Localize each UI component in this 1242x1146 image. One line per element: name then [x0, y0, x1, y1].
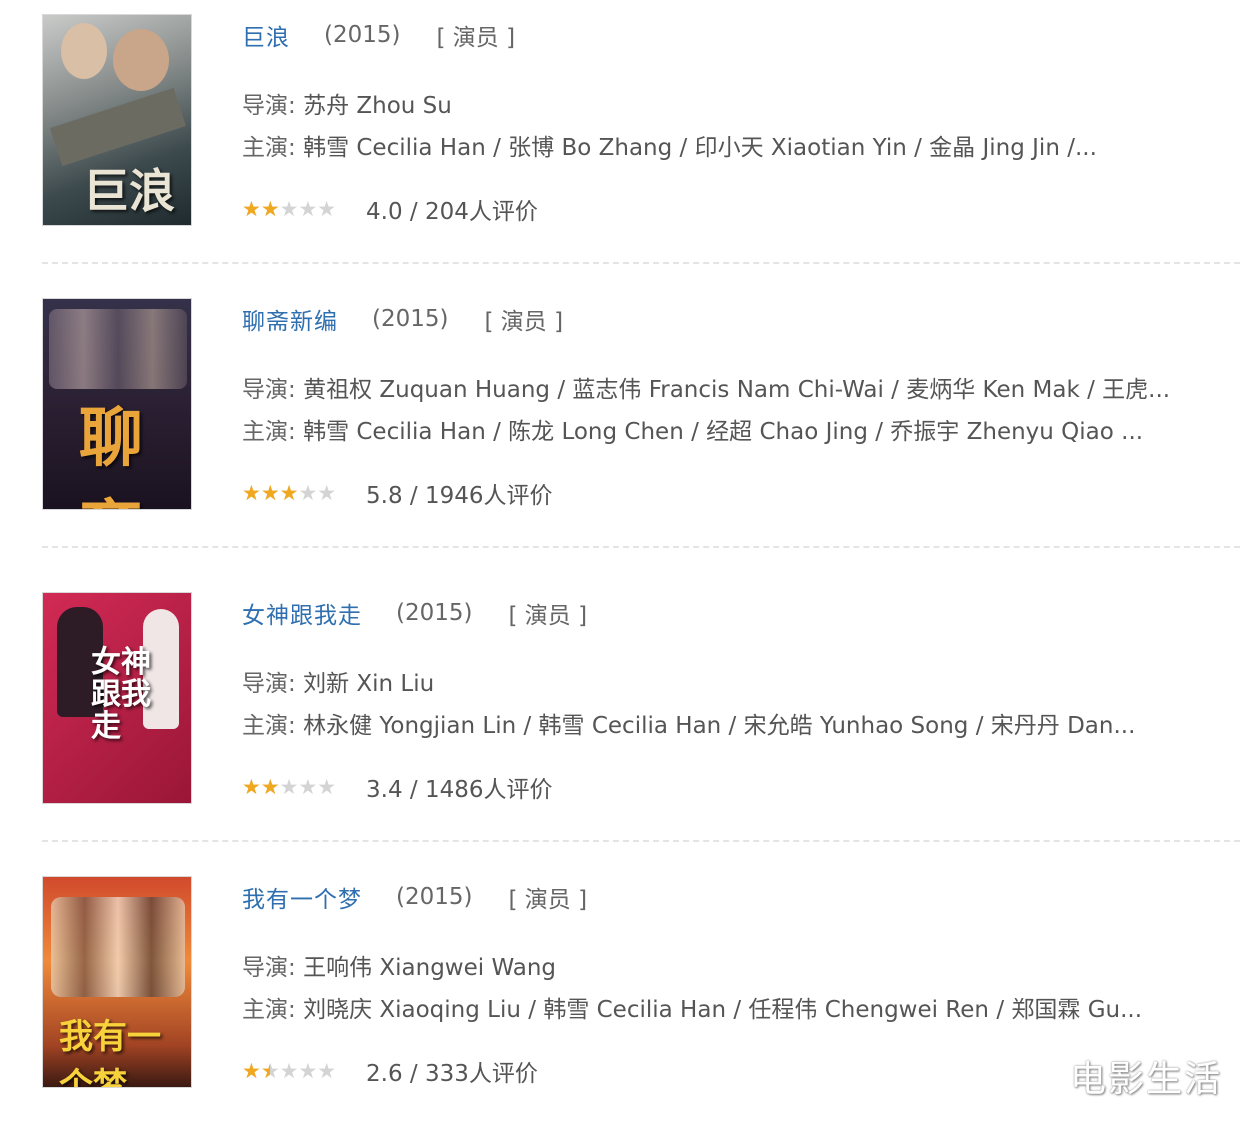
poster-title: 女神跟我走 — [91, 645, 151, 744]
rating-text: 4.0 / 204人评价 — [366, 199, 538, 225]
rating-row: ★★★★★ ★★★★★ 3.4 / 1486人评价 — [242, 770, 552, 804]
movie-title-row: 巨浪 (2015) [ 演员 ] — [242, 18, 515, 52]
watermark: 电影生活 — [1069, 1059, 1222, 1100]
poster-title: 聊斋 — [79, 401, 143, 509]
director-line: 导演: 黄祖权 Zuquan Huang / 蓝志伟 Francis Nam C… — [242, 370, 1170, 404]
poster-figure — [51, 897, 185, 997]
movie-role: [ 演员 ] — [508, 603, 588, 629]
cast-label: 主演: — [242, 713, 304, 739]
divider — [42, 262, 1240, 264]
cast-names: 韩雪 Cecilia Han / 陈龙 Long Chen / 经超 Chao … — [303, 419, 1144, 445]
movie-year: (2015) — [396, 600, 473, 626]
movie-poster[interactable]: 我有一个梦 — [42, 876, 192, 1088]
rating-text: 3.4 / 1486人评价 — [366, 777, 553, 803]
director-line: 导演: 苏舟 Zhou Su — [242, 86, 452, 120]
movie-year: (2015) — [372, 306, 449, 332]
cast-line: 主演: 林永健 Yongjian Lin / 韩雪 Cecilia Han / … — [242, 706, 1135, 740]
star-icon: ★★★★★ — [242, 776, 280, 798]
star-icon: ★★★★★ — [242, 198, 280, 220]
poster-figure — [49, 309, 187, 389]
director-label: 导演: — [242, 671, 304, 697]
director-label: 导演: — [242, 955, 304, 981]
movie-item: 女神跟我走 女神跟我走 (2015) [ 演员 ] 导演: 刘新 Xin Liu… — [0, 578, 1242, 862]
movie-role: [ 演员 ] — [436, 25, 516, 51]
rating-text: 5.8 / 1946人评价 — [366, 483, 553, 509]
rating-row: ★★★★★ ★★★★★ 2.6 / 333人评价 — [242, 1054, 538, 1088]
movie-title-row: 我有一个梦 (2015) [ 演员 ] — [242, 880, 587, 914]
star-rating: ★★★★★ ★★★★★ — [242, 198, 350, 220]
movie-role: [ 演员 ] — [484, 309, 564, 335]
movie-item: 我有一个梦 我有一个梦 (2015) [ 演员 ] 导演: 王响伟 Xiangw… — [0, 862, 1242, 1146]
star-rating: ★★★★★ ★★★★★ — [242, 1060, 350, 1082]
director-names: 王响伟 Xiangwei Wang — [303, 955, 556, 981]
movie-title-link[interactable]: 女神跟我走 — [242, 596, 362, 630]
cast-names: 韩雪 Cecilia Han / 张博 Bo Zhang / 印小天 Xiaot… — [303, 135, 1097, 161]
movie-title-row: 聊斋新编 (2015) [ 演员 ] — [242, 302, 563, 336]
movie-poster[interactable]: 巨浪 — [42, 14, 192, 226]
star-icon: ★★★★★ — [242, 482, 299, 504]
cast-label: 主演: — [242, 997, 304, 1023]
director-line: 导演: 王响伟 Xiangwei Wang — [242, 948, 556, 982]
poster-figure — [61, 23, 107, 79]
rating-row: ★★★★★ ★★★★★ 4.0 / 204人评价 — [242, 192, 538, 226]
director-names: 苏舟 Zhou Su — [303, 93, 452, 119]
movie-poster[interactable]: 聊斋 — [42, 298, 192, 510]
director-names: 黄祖权 Zuquan Huang / 蓝志伟 Francis Nam Chi-W… — [303, 377, 1171, 403]
cast-line: 主演: 韩雪 Cecilia Han / 张博 Bo Zhang / 印小天 X… — [242, 128, 1097, 162]
cast-names: 刘晓庆 Xiaoqing Liu / 韩雪 Cecilia Han / 任程伟 … — [303, 997, 1143, 1023]
movie-poster[interactable]: 女神跟我走 — [42, 592, 192, 804]
star-rating: ★★★★★ ★★★★★ — [242, 482, 350, 504]
poster-title: 我有一个梦 — [59, 1017, 161, 1088]
director-line: 导演: 刘新 Xin Liu — [242, 664, 434, 698]
movie-item: 聊斋 聊斋新编 (2015) [ 演员 ] 导演: 黄祖权 Zuquan Hua… — [0, 284, 1242, 568]
cast-label: 主演: — [242, 135, 304, 161]
director-label: 导演: — [242, 93, 304, 119]
cast-label: 主演: — [242, 419, 304, 445]
rating-text: 2.6 / 333人评价 — [366, 1061, 538, 1087]
poster-title: 巨浪 — [83, 164, 175, 218]
divider — [42, 840, 1240, 842]
movie-year: (2015) — [324, 22, 401, 48]
movie-title-link[interactable]: 聊斋新编 — [242, 302, 338, 336]
movie-year: (2015) — [396, 884, 473, 910]
cast-line: 主演: 刘晓庆 Xiaoqing Liu / 韩雪 Cecilia Han / … — [242, 990, 1142, 1024]
director-names: 刘新 Xin Liu — [303, 671, 435, 697]
cast-names: 林永健 Yongjian Lin / 韩雪 Cecilia Han / 宋允皓 … — [303, 713, 1136, 739]
movie-title-row: 女神跟我走 (2015) [ 演员 ] — [242, 596, 587, 630]
divider — [42, 546, 1240, 548]
rating-row: ★★★★★ ★★★★★ 5.8 / 1946人评价 — [242, 476, 552, 510]
star-rating: ★★★★★ ★★★★★ — [242, 776, 350, 798]
director-label: 导演: — [242, 377, 304, 403]
star-icon: ★★★★★ — [242, 1060, 270, 1082]
movie-role: [ 演员 ] — [508, 887, 588, 913]
movie-title-link[interactable]: 我有一个梦 — [242, 880, 362, 914]
movie-item: 巨浪 巨浪 (2015) [ 演员 ] 导演: 苏舟 Zhou Su 主演: 韩… — [0, 0, 1242, 284]
poster-figure — [113, 29, 169, 91]
cast-line: 主演: 韩雪 Cecilia Han / 陈龙 Long Chen / 经超 C… — [242, 412, 1143, 446]
movie-title-link[interactable]: 巨浪 — [242, 18, 290, 52]
